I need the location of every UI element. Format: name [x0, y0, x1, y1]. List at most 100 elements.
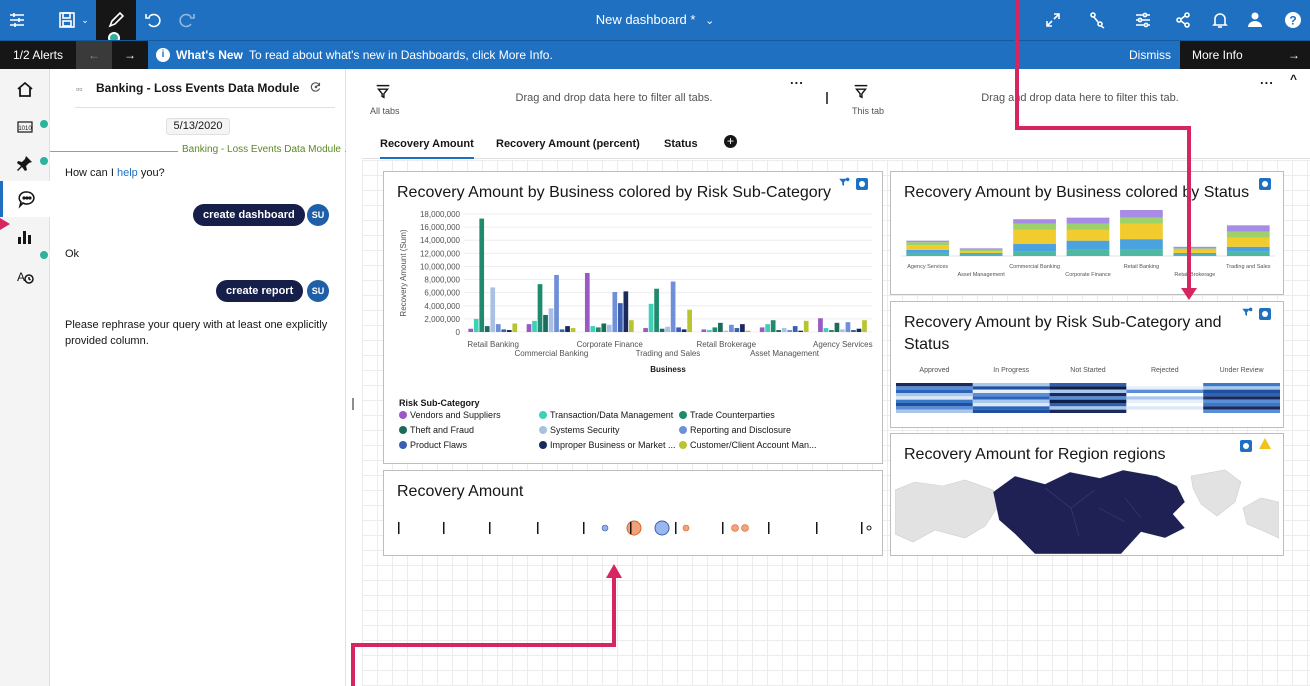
heatmap-cell[interactable] [896, 386, 973, 390]
heatmap-cell[interactable] [1049, 383, 1127, 387]
bar[interactable] [612, 292, 618, 332]
heatmap-cell[interactable] [1203, 403, 1280, 407]
collapse-chevron-icon[interactable]: ^ [1290, 72, 1298, 86]
heatmap-cell[interactable] [972, 389, 1050, 393]
stack-segment[interactable] [1066, 223, 1110, 230]
bar[interactable] [845, 322, 851, 332]
toggle-panels-icon[interactable] [0, 0, 34, 40]
filter-indicator-icon[interactable] [838, 177, 850, 192]
bar[interactable] [648, 303, 654, 332]
properties-icon[interactable] [1126, 0, 1160, 40]
heatmap-cell[interactable] [896, 403, 973, 407]
tab-status[interactable]: Status [664, 127, 698, 159]
heatmap-cell[interactable] [1203, 409, 1280, 413]
bar[interactable] [759, 327, 765, 332]
filter-indicator-icon[interactable] [1241, 307, 1253, 322]
stack-segment[interactable] [1066, 249, 1110, 256]
bar[interactable] [537, 284, 543, 332]
create-report-message[interactable]: create report [216, 280, 304, 302]
heatmap-cell[interactable] [1203, 389, 1280, 393]
heatmap-cell[interactable] [1203, 393, 1280, 397]
bar[interactable] [659, 328, 665, 332]
bar[interactable] [718, 322, 723, 332]
recovery-strip-plot[interactable] [384, 515, 882, 545]
dismiss-button[interactable]: Dismiss [1120, 41, 1180, 69]
stack-segment[interactable] [1013, 229, 1056, 244]
heatmap-cell[interactable] [896, 396, 973, 400]
home-icon[interactable] [0, 71, 50, 107]
stack-segment[interactable] [1226, 231, 1270, 238]
title-chevron-icon[interactable]: ⌄ [705, 15, 714, 27]
widget-recovery-amount[interactable]: Recovery Amount [383, 470, 883, 556]
dashboard-title[interactable]: New dashboard * [596, 12, 696, 27]
bar[interactable] [490, 287, 496, 332]
bar[interactable] [526, 324, 532, 332]
this-tab-filter-bar[interactable]: This tab Drag and drop data here to filt… [840, 69, 1310, 127]
stack-segment[interactable] [1066, 229, 1110, 241]
bar[interactable] [590, 326, 596, 332]
bar[interactable] [776, 330, 782, 332]
widget-pin-badge-icon[interactable] [856, 178, 868, 190]
bar[interactable] [770, 320, 776, 332]
stack-segment[interactable] [1173, 254, 1217, 256]
legend-item[interactable]: Vendors and Suppliers [399, 410, 501, 420]
fullscreen-icon[interactable] [1036, 0, 1070, 40]
heatmap-cell[interactable] [896, 393, 973, 397]
heatmap-cell[interactable] [1126, 389, 1204, 393]
bar[interactable] [862, 320, 867, 332]
heatmap-cell[interactable] [1203, 399, 1280, 403]
stack-segment[interactable] [906, 252, 950, 256]
bar[interactable] [834, 322, 840, 332]
bar[interactable] [745, 330, 751, 332]
legend-item[interactable]: Trade Counterparties [679, 410, 775, 420]
bar[interactable] [670, 281, 676, 332]
undo-icon[interactable] [136, 0, 170, 40]
bar[interactable] [623, 291, 629, 332]
bar[interactable] [473, 318, 479, 332]
stack-segment[interactable] [906, 249, 950, 253]
bar[interactable] [468, 328, 474, 332]
main-bar-chart[interactable]: 18,000,000 16,000,000 14,000,000 12,000,000… [384, 204, 882, 404]
stack-segment[interactable] [1120, 210, 1163, 218]
heatmap-cell[interactable] [1126, 393, 1204, 397]
heatmap-cell[interactable] [972, 386, 1050, 390]
bar[interactable] [781, 328, 787, 332]
heatmap-cell[interactable] [972, 396, 1050, 400]
heatmap-cell[interactable] [1049, 399, 1127, 403]
tab-recovery-amount[interactable]: Recovery Amount [380, 127, 474, 159]
bar[interactable] [628, 320, 634, 332]
status-stacked-chart[interactable]: Agency Services Asset Management Commercia… [891, 206, 1283, 294]
heatmap-cell[interactable] [1126, 383, 1204, 387]
bar[interactable] [712, 327, 718, 332]
widget-pin-badge-icon[interactable] [1240, 440, 1252, 452]
bar[interactable] [617, 303, 623, 332]
bar[interactable] [512, 323, 518, 332]
bar[interactable] [840, 329, 845, 332]
stack-segment[interactable] [906, 245, 950, 250]
stack-segment[interactable] [906, 240, 950, 243]
bar[interactable] [543, 314, 548, 332]
bar[interactable] [740, 324, 745, 332]
legend-item[interactable]: Systems Security [539, 425, 620, 435]
bar[interactable] [687, 309, 692, 332]
drill-icon[interactable] [1080, 0, 1114, 40]
create-dashboard-message[interactable]: create dashboard [193, 204, 305, 226]
stack-segment[interactable] [1013, 243, 1056, 252]
panel-resize-handle[interactable] [352, 398, 354, 410]
bar[interactable] [787, 330, 793, 332]
heatmap-cell[interactable] [896, 406, 973, 410]
bar[interactable] [495, 324, 501, 332]
notifications-icon[interactable] [1203, 0, 1237, 40]
heatmap-cell[interactable] [896, 389, 973, 393]
warning-icon[interactable] [1259, 438, 1271, 449]
bar[interactable] [707, 330, 712, 332]
bar[interactable] [734, 328, 740, 332]
this-tab-overflow-menu[interactable]: ... [1260, 72, 1274, 87]
bar[interactable] [606, 324, 612, 332]
heatmap-cell[interactable] [1049, 403, 1127, 407]
bar[interactable] [818, 318, 823, 332]
bar[interactable] [765, 324, 771, 332]
bar[interactable] [792, 326, 798, 332]
share-icon[interactable] [1166, 0, 1200, 40]
heatmap-cell[interactable] [1203, 383, 1280, 387]
